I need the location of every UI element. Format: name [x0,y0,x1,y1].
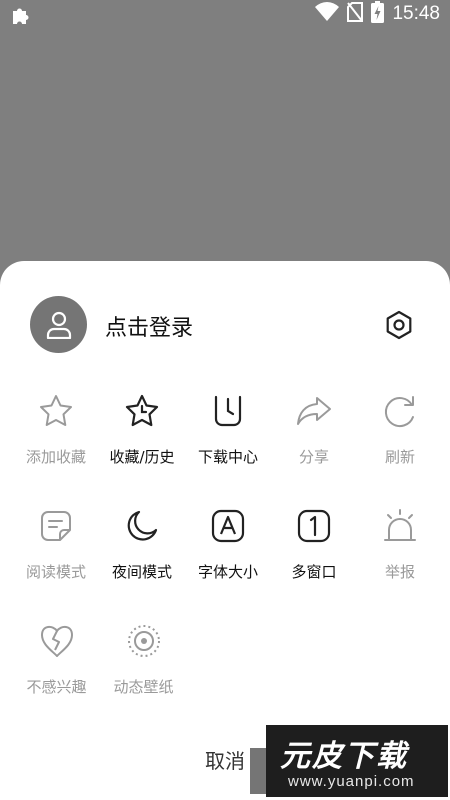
star-icon [36,391,76,431]
menu-label: 举报 [384,563,415,581]
menu-label: 不感兴趣 [26,678,87,696]
menu-label: 下载中心 [197,448,258,466]
menu-night-mode[interactable]: 夜间模式 [99,506,185,621]
menu-label: 添加收藏 [25,448,86,466]
no-sim-icon [347,2,364,26]
menu-label: 阅读模式 [25,563,86,581]
menu-label: 刷新 [384,448,415,466]
menu-sheet: 点击登录 添加收藏 收藏/历史 下载中心 分享 刷新 阅读模式 夜间模式 字体大… [0,261,450,800]
menu-label: 多窗口 [291,563,337,581]
status-bar: 15:48 [0,0,450,28]
menu-label: 收藏/历史 [109,448,175,466]
moon-icon [122,506,162,546]
menu-label: 夜间模式 [111,563,172,581]
battery-charging-icon [371,1,385,27]
menu-live-wallpaper[interactable]: 动态壁纸 [100,621,187,736]
login-label[interactable]: 点击登录 [105,310,193,342]
wifi-icon [315,2,340,26]
menu-font-size[interactable]: 字体大小 [185,506,271,621]
menu-label: 分享 [298,448,329,466]
share-icon [294,391,334,431]
watermark-title: 元皮下载 [280,739,408,774]
settings-hexagon-icon [386,310,412,340]
menu-share[interactable]: 分享 [271,391,357,506]
refresh-icon [380,391,420,431]
profile-row[interactable]: 点击登录 [30,296,420,356]
watermark-logo: 元皮下载 www.yuanpi.com [266,725,448,797]
avatar[interactable] [30,296,87,353]
menu-reading-mode[interactable]: 阅读模式 [13,506,99,621]
report-alarm-icon [380,506,420,546]
settings-button[interactable] [383,309,415,341]
menu-multi-window[interactable]: 多窗口 [271,506,357,621]
menu-label: 动态壁纸 [113,678,174,696]
menu-report[interactable]: 举报 [357,506,443,621]
menu-add-favorite[interactable]: 添加收藏 [13,391,99,506]
reading-mode-icon [36,506,76,546]
menu-label: 字体大小 [197,563,258,581]
live-wallpaper-icon [124,621,164,661]
menu-refresh[interactable]: 刷新 [357,391,443,506]
menu-grid: 添加收藏 收藏/历史 下载中心 分享 刷新 阅读模式 夜间模式 字体大小 多窗口… [13,391,443,736]
broken-heart-icon [37,621,77,661]
star-clock-icon [122,391,162,431]
watermark-url: www.yuanpi.com [288,773,415,790]
font-size-icon [208,506,248,546]
menu-favorites-history[interactable]: 收藏/历史 [99,391,185,506]
menu-download-center[interactable]: 下载中心 [185,391,271,506]
menu-not-interested[interactable]: 不感兴趣 [13,621,100,736]
user-icon [46,311,71,339]
status-time: 15:48 [392,3,440,24]
puzzle-icon [10,3,34,25]
multi-window-icon [294,506,334,546]
download-icon [208,391,248,431]
